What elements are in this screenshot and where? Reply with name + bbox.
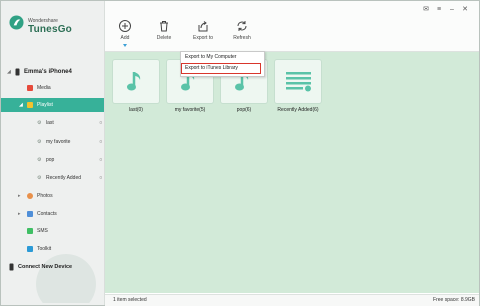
toolbar: Add Delete Export to Refresh ✉ ≡ – ✕ bbox=[105, 1, 479, 52]
playlist-gear-icon: ⚙ bbox=[37, 120, 42, 126]
export-dropdown-menu: Export to My Computer Export to iTunes L… bbox=[180, 51, 265, 77]
playlist-count: 0 bbox=[99, 175, 102, 180]
playlist-label: my favorite bbox=[46, 139, 71, 145]
watermark-logo-icon bbox=[36, 254, 96, 303]
playlist-icon bbox=[27, 102, 33, 108]
collapse-arrow-icon[interactable]: ◢ bbox=[19, 98, 23, 112]
sidebar-item-label: Contacts bbox=[37, 211, 57, 217]
status-bar: 1 item selected Free space: 8.9GB bbox=[105, 294, 479, 306]
export-icon bbox=[198, 21, 208, 32]
menu-item-export-itunes[interactable]: Export to iTunes Library bbox=[181, 63, 261, 74]
refresh-icon bbox=[237, 21, 247, 31]
playlist-label: last bbox=[46, 120, 54, 126]
free-space: Free space: 8.9GB bbox=[433, 297, 475, 303]
app-logo: Wondershare TunesGo bbox=[9, 15, 109, 45]
card-label: Recently Added(6) bbox=[277, 107, 319, 113]
playlist-gear-icon: ⚙ bbox=[37, 175, 42, 181]
trash-icon bbox=[160, 21, 168, 32]
playlist-label: pop bbox=[46, 157, 55, 163]
message-icon[interactable]: ✉ bbox=[421, 5, 431, 15]
refresh-button[interactable]: Refresh bbox=[222, 19, 262, 41]
sidebar-playlist-item[interactable]: ⚙ Recently Added 0 bbox=[1, 171, 104, 185]
refresh-label: Refresh bbox=[233, 35, 251, 41]
sidebar-device[interactable]: ◢ Emma's iPhone4 bbox=[1, 65, 104, 79]
sidebar: Wondershare TunesGo ◢ Emma's iPhone4 Med… bbox=[1, 1, 105, 305]
playlist-label: Recently Added bbox=[46, 175, 82, 181]
playlist-count: 0 bbox=[99, 120, 102, 125]
add-icon bbox=[119, 20, 131, 32]
sidebar-playlist-item[interactable]: ⚙ last 0 bbox=[1, 116, 104, 130]
sms-icon bbox=[27, 228, 33, 234]
photos-icon bbox=[27, 193, 33, 199]
close-icon[interactable]: ✕ bbox=[460, 5, 470, 15]
export-label: Export to bbox=[192, 35, 213, 41]
connect-label: Connect New Device bbox=[18, 264, 73, 270]
playlist-gear-icon: ⚙ bbox=[37, 157, 42, 163]
connect-new-device[interactable]: Connect New Device bbox=[1, 260, 104, 274]
sidebar-item-sms[interactable]: SMS bbox=[1, 224, 104, 238]
sidebar-playlist-item[interactable]: ⚙ my favorite 0 bbox=[1, 135, 104, 149]
add-button[interactable]: Add bbox=[105, 19, 145, 41]
sidebar-item-media[interactable]: Media bbox=[1, 81, 104, 95]
sidebar-item-playlist[interactable]: ◢ Playlist bbox=[1, 98, 104, 112]
delete-label: Delete bbox=[156, 35, 172, 41]
selection-status: 1 item selected bbox=[113, 297, 147, 303]
expand-arrow-icon[interactable]: ▸ bbox=[18, 189, 21, 203]
export-button[interactable]: Export to bbox=[183, 19, 223, 41]
contacts-icon bbox=[27, 211, 33, 217]
device-name: Emma's iPhone4 bbox=[24, 69, 72, 75]
add-label: Add bbox=[120, 35, 130, 41]
sidebar-item-label: SMS bbox=[37, 228, 48, 234]
phone-icon bbox=[9, 263, 14, 271]
app-window: Wondershare TunesGo ◢ Emma's iPhone4 Med… bbox=[0, 0, 480, 306]
phone-icon bbox=[15, 68, 20, 76]
sidebar-playlist-item[interactable]: ⚙ pop 0 bbox=[1, 153, 104, 167]
media-icon bbox=[27, 85, 33, 91]
minimize-icon[interactable]: – bbox=[447, 5, 457, 15]
menu-icon[interactable]: ≡ bbox=[434, 5, 444, 15]
add-dropdown-caret-icon[interactable] bbox=[123, 44, 127, 47]
playlist-count: 0 bbox=[99, 139, 102, 144]
collapse-arrow-icon[interactable]: ◢ bbox=[7, 65, 11, 79]
delete-button[interactable]: Delete bbox=[144, 19, 184, 41]
list-icon bbox=[286, 72, 311, 92]
menu-item-export-computer[interactable]: Export to My Computer bbox=[185, 53, 236, 62]
sidebar-item-label: Playlist bbox=[37, 102, 53, 108]
playlist-card[interactable]: Recently Added(6) bbox=[274, 57, 322, 117]
sidebar-item-photos[interactable]: ▸ Photos bbox=[1, 189, 104, 203]
playlist-count: 0 bbox=[99, 157, 102, 162]
card-thumbnail bbox=[113, 60, 159, 103]
card-thumbnail bbox=[275, 60, 321, 103]
sidebar-item-contacts[interactable]: ▸ Contacts bbox=[1, 207, 104, 221]
playlist-grid: last(0) my favorite(5) pop(6) Recently A… bbox=[105, 52, 479, 293]
music-note-icon bbox=[127, 72, 141, 91]
playlist-card[interactable]: last(0) bbox=[112, 57, 160, 117]
tunesgo-logo-icon bbox=[9, 15, 24, 30]
brand-title: TunesGo bbox=[28, 24, 72, 35]
playlist-gear-icon: ⚙ bbox=[37, 139, 42, 145]
sidebar-item-label: Photos bbox=[37, 193, 53, 199]
sidebar-item-label: Media bbox=[37, 85, 51, 91]
expand-arrow-icon[interactable]: ▸ bbox=[18, 207, 21, 221]
